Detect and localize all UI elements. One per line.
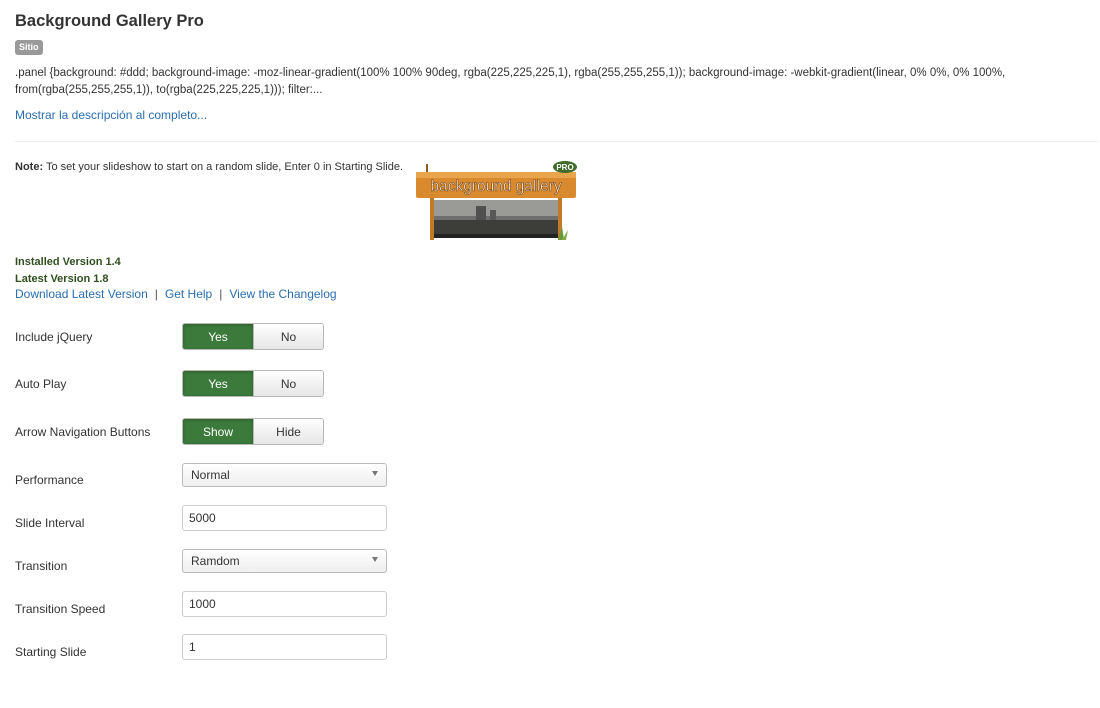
starting-slide-label: Starting Slide bbox=[15, 645, 87, 659]
performance-label: Performance bbox=[15, 473, 84, 487]
download-latest-link[interactable]: Download Latest Version bbox=[15, 287, 148, 301]
page-title: Background Gallery Pro bbox=[15, 12, 204, 30]
site-badge: Sitio bbox=[15, 40, 43, 55]
performance-value: Normal bbox=[191, 468, 230, 482]
changelog-link[interactable]: View the Changelog bbox=[229, 287, 336, 301]
arrow-nav-toggle: Show Hide bbox=[182, 418, 324, 445]
link-separator: | bbox=[154, 287, 158, 301]
slide-interval-input[interactable]: 5000 bbox=[182, 505, 387, 531]
note-text: Note: To set your slideshow to start on … bbox=[15, 161, 403, 173]
transition-speed-label: Transition Speed bbox=[15, 602, 106, 616]
latest-version: Latest Version 1.8 bbox=[15, 273, 109, 285]
include-jquery-label: Include jQuery bbox=[15, 330, 93, 344]
note-body: To set your slideshow to start on a rand… bbox=[43, 161, 404, 173]
starting-slide-input[interactable]: 1 bbox=[182, 634, 387, 660]
include-jquery-toggle: Yes No bbox=[182, 323, 324, 350]
auto-play-label: Auto Play bbox=[15, 377, 67, 391]
show-full-description-link[interactable]: Mostrar la descripción al completo... bbox=[15, 108, 207, 122]
include-jquery-yes-button[interactable]: Yes bbox=[183, 324, 253, 349]
installed-version: Installed Version 1.4 bbox=[15, 256, 121, 268]
chevron-down-icon bbox=[372, 557, 378, 562]
transition-label: Transition bbox=[15, 559, 68, 573]
auto-play-no-button[interactable]: No bbox=[253, 371, 323, 396]
get-help-link[interactable]: Get Help bbox=[165, 287, 212, 301]
extension-description: .panel {background: #ddd; background-ima… bbox=[15, 67, 1006, 96]
transition-speed-input[interactable]: 1000 bbox=[182, 591, 387, 617]
include-jquery-no-button[interactable]: No bbox=[253, 324, 323, 349]
transition-value: Ramdom bbox=[191, 554, 240, 568]
logo-text: background gallery bbox=[431, 178, 562, 195]
transition-select[interactable]: Ramdom bbox=[182, 549, 387, 573]
note-prefix: Note: bbox=[15, 161, 44, 173]
auto-play-yes-button[interactable]: Yes bbox=[183, 371, 253, 396]
logo-pro-text: PRO bbox=[556, 163, 573, 172]
version-info: Installed Version 1.4 Latest Version 1.8 bbox=[15, 254, 121, 288]
help-links: Download Latest Version | Get Help | View th… bbox=[15, 287, 337, 301]
link-separator: | bbox=[219, 287, 223, 301]
auto-play-toggle: Yes No bbox=[182, 370, 324, 397]
chevron-down-icon bbox=[372, 471, 378, 476]
arrow-nav-show-button[interactable]: Show bbox=[183, 419, 253, 444]
arrow-nav-label: Arrow Navigation Buttons bbox=[15, 425, 151, 439]
arrow-nav-hide-button[interactable]: Hide bbox=[253, 419, 323, 444]
divider bbox=[15, 141, 1099, 142]
performance-select[interactable]: Normal bbox=[182, 463, 387, 487]
background-gallery-logo: background gallery PRO bbox=[416, 161, 577, 240]
slide-interval-label: Slide Interval bbox=[15, 516, 85, 530]
